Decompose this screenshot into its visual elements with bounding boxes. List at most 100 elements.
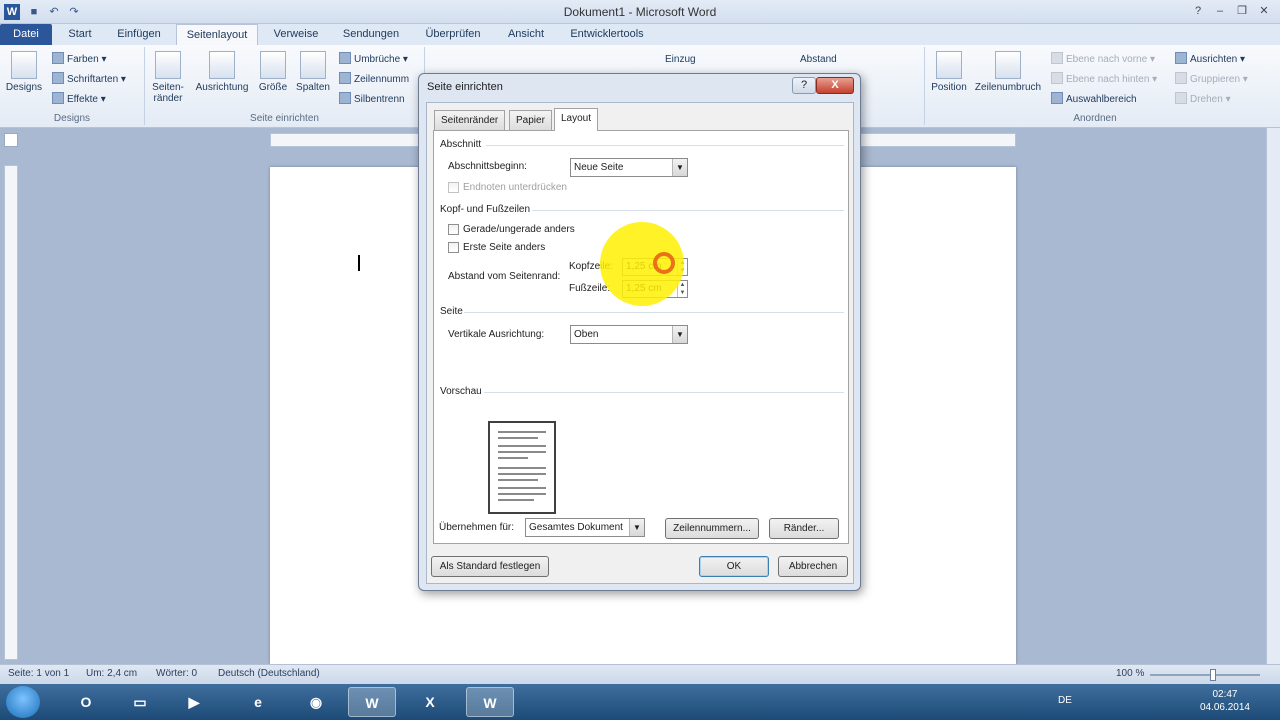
colors-icon: [52, 52, 64, 64]
tab-ueberpruefen[interactable]: Überprüfen: [416, 24, 490, 45]
tab-seitenlayout[interactable]: Seitenlayout: [176, 24, 258, 45]
group-designs: Designs Farben ▾ Schriftarten ▾ Effekte …: [0, 47, 145, 125]
zoom-slider-thumb[interactable]: [1210, 669, 1216, 681]
tab-seitenraender[interactable]: Seitenränder: [434, 110, 506, 130]
groesse-button[interactable]: Größe: [255, 51, 291, 93]
preview-line: [498, 487, 546, 489]
status-words[interactable]: Wörter: 0: [156, 668, 197, 679]
help-icon[interactable]: ?: [1188, 2, 1208, 20]
text-cursor: [358, 255, 366, 271]
outlook-icon[interactable]: O: [62, 687, 110, 717]
schriftarten-button[interactable]: Schriftarten ▾: [52, 71, 126, 89]
gerade-ungerade-label: Gerade/ungerade anders: [463, 224, 575, 235]
erste-seite-checkbox[interactable]: [448, 242, 459, 253]
ausrichten-button[interactable]: Ausrichten ▾: [1175, 51, 1245, 69]
margins-icon: [155, 51, 181, 79]
tab-datei[interactable]: Datei: [0, 24, 52, 45]
tab-sendungen[interactable]: Sendungen: [334, 24, 408, 45]
position-button[interactable]: Position: [927, 51, 971, 93]
abschnittsbeginn-select[interactable]: Neue Seite ▼: [570, 158, 688, 177]
tab-layout[interactable]: Layout: [554, 108, 599, 131]
silbentrennung-button[interactable]: Silbentrenn: [339, 91, 405, 109]
section-kopf-fusszeilen: Kopf- und Fußzeilen: [440, 204, 531, 215]
ausrichtung-button[interactable]: Ausrichtung: [191, 51, 253, 93]
zeilennummern-button[interactable]: Zeilennumm: [339, 71, 409, 89]
vertical-scrollbar[interactable]: [1266, 128, 1280, 664]
excel-icon[interactable]: X: [406, 687, 454, 717]
explorer-icon[interactable]: ▭: [116, 687, 164, 717]
section-seite: Seite: [440, 306, 463, 317]
spinner-arrows-icon[interactable]: ▲ ▼: [677, 281, 687, 297]
clock[interactable]: 02:47 04.06.2014: [1200, 688, 1250, 714]
einzug-label: Einzug: [665, 54, 696, 65]
internet-explorer-icon[interactable]: e: [234, 687, 282, 717]
word-taskbar-icon[interactable]: W: [348, 687, 396, 717]
status-language[interactable]: Deutsch (Deutschland): [218, 668, 320, 679]
status-position[interactable]: Um: 2,4 cm: [86, 668, 137, 679]
group-seite-einrichten: Seiten- ränder Ausrichtung Größe Spalten…: [145, 47, 425, 125]
fusszeile-label: Fußzeile:: [569, 283, 611, 294]
ebene-nach-hinten-button[interactable]: Ebene nach hinten ▾: [1051, 71, 1157, 89]
kopfzeile-label: Kopfzeile:: [569, 261, 613, 272]
spalten-button[interactable]: Spalten: [293, 51, 333, 93]
dialog-close-button[interactable]: X: [816, 77, 854, 94]
group-label-designs: Designs: [53, 113, 91, 124]
preview-line: [498, 473, 546, 475]
tab-ansicht[interactable]: Ansicht: [498, 24, 554, 45]
ebene-nach-vorne-button[interactable]: Ebene nach vorne ▾: [1051, 51, 1155, 69]
preview-line: [498, 445, 546, 447]
endnoten-label: Endnoten unterdrücken: [463, 182, 567, 193]
chevron-down-icon: ▼: [672, 326, 687, 343]
umbrueche-button[interactable]: Umbrüche ▾: [339, 51, 408, 69]
preview-line: [498, 467, 546, 469]
effekte-button[interactable]: Effekte ▾: [52, 91, 106, 109]
tab-einfuegen[interactable]: Einfügen: [110, 24, 168, 45]
farben-button[interactable]: Farben ▾: [52, 51, 107, 69]
input-language[interactable]: DE: [1058, 695, 1072, 706]
tab-entwicklertools[interactable]: Entwicklertools: [562, 24, 652, 45]
ok-button[interactable]: OK: [699, 556, 769, 577]
abbrechen-button[interactable]: Abbrechen: [778, 556, 848, 577]
word-document-taskbar-icon[interactable]: W: [466, 687, 514, 717]
close-icon[interactable]: ✕: [1254, 2, 1274, 20]
vertical-ruler[interactable]: [4, 165, 18, 660]
group-anordnen: Position Zeilenumbruch Ebene nach vorne …: [925, 47, 1265, 125]
zeilenumbruch-button[interactable]: Zeilenumbruch: [971, 51, 1045, 93]
chrome-icon[interactable]: ◉: [292, 687, 340, 717]
divider: [484, 392, 844, 393]
chevron-down-icon: ▼: [629, 519, 644, 536]
abschnittsbeginn-label: Abschnittsbeginn:: [448, 161, 527, 172]
zeilennummern-button[interactable]: Zeilennummern...: [665, 518, 759, 539]
group-label-seite-einrichten: Seite einrichten: [250, 113, 319, 124]
abstand-label: Abstand: [800, 54, 837, 65]
media-player-icon[interactable]: ▶: [170, 687, 218, 717]
ribbon-tabs: Datei Start Einfügen Seitenlayout Verwei…: [0, 24, 1280, 45]
minimize-icon[interactable]: –: [1210, 2, 1230, 20]
auswahlbereich-button[interactable]: Auswahlbereich: [1051, 91, 1137, 109]
als-standard-button[interactable]: Als Standard festlegen: [431, 556, 549, 577]
uebernehmen-select[interactable]: Gesamtes Dokument ▼: [525, 518, 645, 537]
status-page[interactable]: Seite: 1 von 1: [8, 668, 69, 679]
tab-verweise[interactable]: Verweise: [266, 24, 326, 45]
seitenraender-button[interactable]: Seiten- ränder: [147, 51, 189, 104]
gerade-ungerade-checkbox[interactable]: [448, 224, 459, 235]
zoom-slider[interactable]: [1150, 674, 1260, 676]
designs-button[interactable]: Designs: [4, 51, 44, 93]
tab-papier[interactable]: Papier: [509, 110, 552, 130]
kopfzeile-spinner[interactable]: 1,25 cm ▲ ▼: [622, 258, 688, 276]
zoom-level[interactable]: 100 %: [1116, 668, 1144, 679]
drehen-button[interactable]: Drehen ▾: [1175, 91, 1231, 109]
tab-start[interactable]: Start: [60, 24, 100, 45]
rotate-icon: [1175, 92, 1187, 104]
maximize-icon[interactable]: ❐: [1232, 2, 1252, 20]
fusszeile-spinner[interactable]: 1,25 cm ▲ ▼: [622, 280, 688, 298]
raender-button[interactable]: Ränder...: [769, 518, 839, 539]
spinner-arrows-icon[interactable]: ▲ ▼: [677, 259, 687, 275]
dialog-help-button[interactable]: ?: [792, 77, 816, 94]
window-controls: ? – ❐ ✕: [1188, 2, 1274, 20]
tab-selector[interactable]: [4, 133, 18, 147]
gruppieren-button[interactable]: Gruppieren ▾: [1175, 71, 1248, 89]
start-button[interactable]: [6, 686, 40, 718]
vertikale-ausrichtung-select[interactable]: Oben ▼: [570, 325, 688, 344]
endnoten-checkbox[interactable]: [448, 182, 459, 193]
